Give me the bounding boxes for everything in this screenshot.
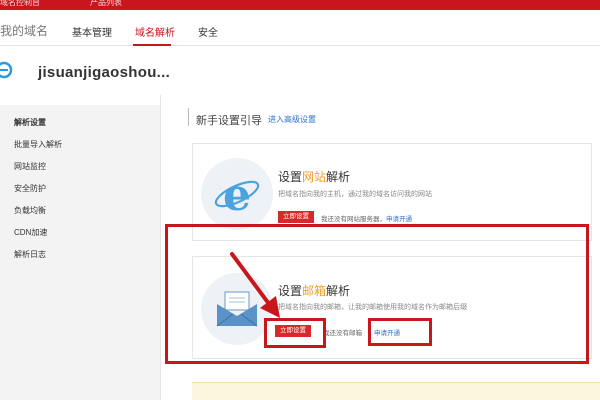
ie-browser-icon: e xyxy=(214,170,260,218)
advanced-settings-link[interactable]: 进入高级设置 xyxy=(268,114,316,125)
sidebar-item-batch-import[interactable]: 批量导入解析 xyxy=(14,139,62,150)
page-title: 我的域名 xyxy=(0,24,49,38)
highlight-setup-button-box xyxy=(264,318,326,348)
card-title: 设置网站解析 xyxy=(278,170,351,184)
active-tab-indicator xyxy=(133,44,171,46)
sidebar-item-security-protection[interactable]: 安全防护 xyxy=(14,183,46,194)
tab-dns-resolution[interactable]: 域名解析 xyxy=(135,24,175,39)
sidebar-item-dns-log[interactable]: 解析日志 xyxy=(14,249,46,260)
no-server-note: 我还没有网站服务器，申请开通 xyxy=(321,216,412,223)
product-list-crumb[interactable]: 产品列表 xyxy=(90,0,122,8)
sidebar-item-load-balancing[interactable]: 负载均衡 xyxy=(14,205,46,216)
tab-basic-management[interactable]: 基本管理 xyxy=(72,24,112,39)
domain-nav: 我的域名 基本管理 域名解析 安全 xyxy=(0,10,600,46)
console-crumb[interactable]: 域名控制台 xyxy=(0,0,40,8)
sidebar-item-cdn[interactable]: CDN加速 xyxy=(14,227,47,238)
tab-security[interactable]: 安全 xyxy=(198,24,218,39)
sidebar: 解析设置 批量导入解析 网站监控 安全防护 负载均衡 CDN加速 解析日志 xyxy=(0,105,160,400)
domain-globe-icon xyxy=(0,61,13,79)
domain-header: jisuanjigaoshou... xyxy=(0,47,600,95)
apply-service-link[interactable]: 申请开通 xyxy=(386,216,412,223)
notice-band xyxy=(192,382,600,400)
highlight-apply-link-box xyxy=(368,318,432,346)
annotation-arrow-icon xyxy=(230,252,280,318)
guide-title: 新手设置引导 xyxy=(196,115,262,127)
sidebar-item-site-monitor[interactable]: 网站监控 xyxy=(14,161,46,172)
domain-name: jisuanjigaoshou... xyxy=(38,64,171,81)
card-description: 把域名指向我的主机，通过我的域名访问我的网站 xyxy=(278,191,432,198)
guide-separator xyxy=(188,108,189,126)
svg-text:e: e xyxy=(223,170,251,218)
sidebar-item-dns-settings[interactable]: 解析设置 xyxy=(14,117,46,128)
setup-now-button[interactable]: 立即设置 xyxy=(278,211,314,223)
top-bar: 域名控制台 产品列表 xyxy=(0,0,600,10)
content-divider xyxy=(160,95,161,400)
